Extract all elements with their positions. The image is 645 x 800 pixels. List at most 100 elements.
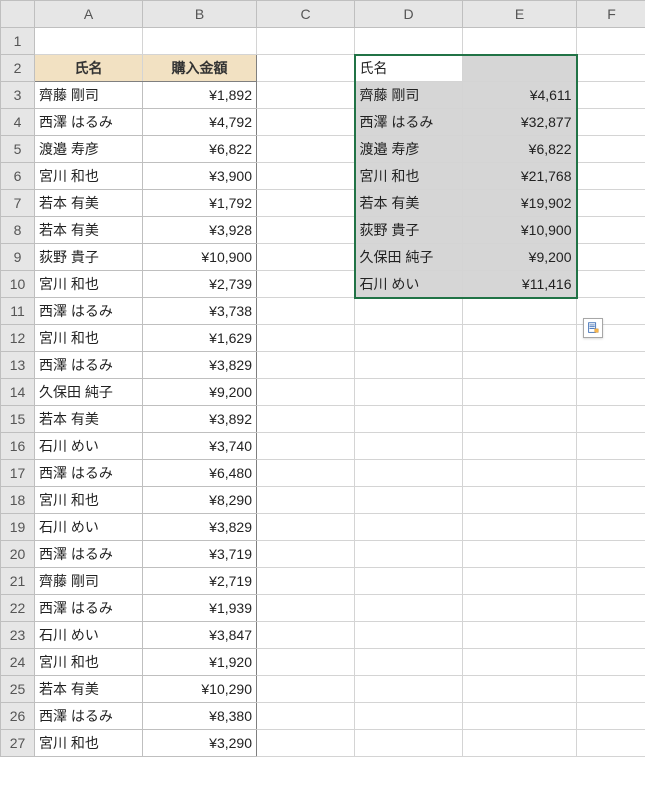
cell[interactable] xyxy=(577,379,645,406)
table-ab-amount[interactable]: ¥10,290 xyxy=(143,676,257,703)
col-header-A[interactable]: A xyxy=(35,1,143,28)
table-ab-amount[interactable]: ¥2,739 xyxy=(143,271,257,298)
cell[interactable] xyxy=(463,406,577,433)
cell[interactable] xyxy=(577,514,645,541)
table-ab-name[interactable]: 齊藤 剛司 xyxy=(35,82,143,109)
cell[interactable] xyxy=(355,460,463,487)
cell[interactable] xyxy=(463,541,577,568)
cell[interactable] xyxy=(577,541,645,568)
cell[interactable] xyxy=(257,217,355,244)
row-header[interactable]: 18 xyxy=(1,487,35,514)
cell[interactable] xyxy=(463,703,577,730)
row-header[interactable]: 2 xyxy=(1,55,35,82)
cell[interactable] xyxy=(463,622,577,649)
table-ab-amount[interactable]: ¥8,290 xyxy=(143,487,257,514)
table-ab-name[interactable]: 若本 有美 xyxy=(35,190,143,217)
table-ab-amount[interactable]: ¥3,928 xyxy=(143,217,257,244)
table-ab-amount[interactable]: ¥3,290 xyxy=(143,730,257,757)
row-header[interactable]: 22 xyxy=(1,595,35,622)
cell[interactable] xyxy=(463,730,577,757)
cell[interactable] xyxy=(463,433,577,460)
table-ab-amount[interactable]: ¥2,719 xyxy=(143,568,257,595)
table-ab-name[interactable]: 若本 有美 xyxy=(35,676,143,703)
table-de-name[interactable]: 久保田 純子 xyxy=(355,244,463,271)
row-header[interactable]: 1 xyxy=(1,28,35,55)
table-ab-amount[interactable]: ¥3,829 xyxy=(143,352,257,379)
table-ab-name[interactable]: 西澤 はるみ xyxy=(35,460,143,487)
cell[interactable] xyxy=(257,82,355,109)
row-header[interactable]: 8 xyxy=(1,217,35,244)
row-header[interactable]: 15 xyxy=(1,406,35,433)
table-ab-amount[interactable]: ¥3,829 xyxy=(143,514,257,541)
cell[interactable] xyxy=(257,568,355,595)
cell[interactable] xyxy=(355,406,463,433)
cell[interactable] xyxy=(257,676,355,703)
table-ab-amount[interactable]: ¥1,920 xyxy=(143,649,257,676)
cell[interactable] xyxy=(463,298,577,325)
cell[interactable] xyxy=(257,325,355,352)
row-header[interactable]: 21 xyxy=(1,568,35,595)
cell[interactable] xyxy=(257,271,355,298)
table-ab-name[interactable]: 西澤 はるみ xyxy=(35,595,143,622)
table-de-amount[interactable]: ¥32,877 xyxy=(463,109,577,136)
cell[interactable] xyxy=(257,190,355,217)
cell[interactable] xyxy=(355,649,463,676)
table-ab-name[interactable]: 若本 有美 xyxy=(35,406,143,433)
row-header[interactable]: 14 xyxy=(1,379,35,406)
row-header[interactable]: 10 xyxy=(1,271,35,298)
cell[interactable] xyxy=(577,352,645,379)
row-header[interactable]: 26 xyxy=(1,703,35,730)
table-ab-amount[interactable]: ¥3,738 xyxy=(143,298,257,325)
cell[interactable] xyxy=(257,379,355,406)
table-ab-name[interactable]: 渡邉 寿彦 xyxy=(35,136,143,163)
cell[interactable] xyxy=(355,568,463,595)
table-ab-amount[interactable]: ¥10,900 xyxy=(143,244,257,271)
table-ab-name[interactable]: 宮川 和也 xyxy=(35,325,143,352)
cell[interactable] xyxy=(257,406,355,433)
cell[interactable] xyxy=(463,379,577,406)
cell[interactable] xyxy=(463,514,577,541)
cell[interactable] xyxy=(257,163,355,190)
cell[interactable] xyxy=(577,190,645,217)
row-header[interactable]: 23 xyxy=(1,622,35,649)
row-header[interactable]: 5 xyxy=(1,136,35,163)
cell[interactable] xyxy=(577,271,645,298)
cell[interactable] xyxy=(257,109,355,136)
table-ab-amount[interactable]: ¥1,892 xyxy=(143,82,257,109)
table-ab-name[interactable]: 西澤 はるみ xyxy=(35,703,143,730)
cell[interactable] xyxy=(577,217,645,244)
table-de-name[interactable]: 石川 めい xyxy=(355,271,463,298)
select-all-corner[interactable] xyxy=(1,1,35,28)
table-de-amount[interactable]: ¥9,200 xyxy=(463,244,577,271)
table-ab-amount[interactable]: ¥6,480 xyxy=(143,460,257,487)
table-ab-name[interactable]: 西澤 はるみ xyxy=(35,352,143,379)
table-ab-amount[interactable]: ¥3,740 xyxy=(143,433,257,460)
cell[interactable] xyxy=(577,109,645,136)
row-header[interactable]: 11 xyxy=(1,298,35,325)
row-header[interactable]: 4 xyxy=(1,109,35,136)
row-header[interactable]: 27 xyxy=(1,730,35,757)
row-header[interactable]: 3 xyxy=(1,82,35,109)
cell[interactable] xyxy=(355,703,463,730)
table-de-name[interactable]: 若本 有美 xyxy=(355,190,463,217)
cell[interactable] xyxy=(577,406,645,433)
cell[interactable] xyxy=(463,28,577,55)
cell[interactable] xyxy=(257,352,355,379)
cell[interactable] xyxy=(463,460,577,487)
cell[interactable] xyxy=(463,676,577,703)
spreadsheet[interactable]: A B C D E F 12氏名購入金額氏名3齊藤 剛司¥1,892齊藤 剛司¥… xyxy=(0,0,645,800)
cell[interactable] xyxy=(257,55,355,82)
table-de-name[interactable]: 荻野 貴子 xyxy=(355,217,463,244)
row-header[interactable]: 17 xyxy=(1,460,35,487)
table-de-header-amount[interactable] xyxy=(463,55,577,82)
cell[interactable] xyxy=(577,730,645,757)
table-ab-name[interactable]: 石川 めい xyxy=(35,514,143,541)
cell[interactable] xyxy=(463,325,577,352)
cell[interactable] xyxy=(463,568,577,595)
table-ab-name[interactable]: 石川 めい xyxy=(35,433,143,460)
table-ab-name[interactable]: 宮川 和也 xyxy=(35,649,143,676)
cell[interactable] xyxy=(577,595,645,622)
cell[interactable] xyxy=(257,136,355,163)
row-header[interactable]: 20 xyxy=(1,541,35,568)
table-de-amount[interactable]: ¥11,416 xyxy=(463,271,577,298)
